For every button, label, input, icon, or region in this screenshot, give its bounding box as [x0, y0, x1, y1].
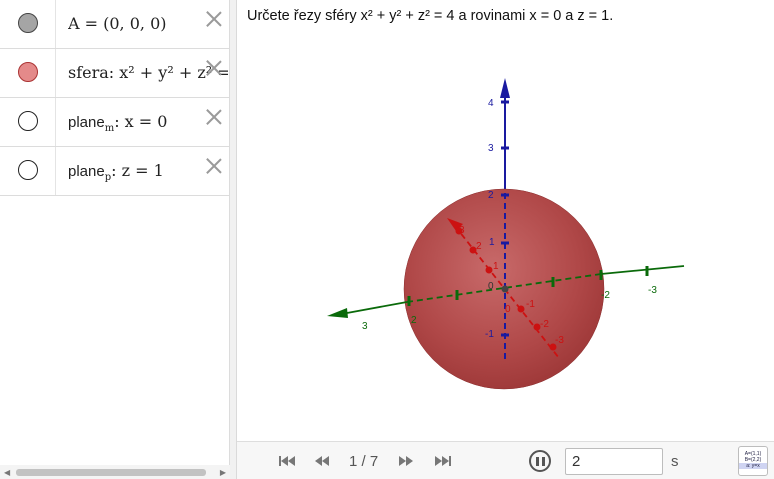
next-slide-button[interactable]: [399, 452, 413, 470]
last-icon: [435, 456, 442, 466]
rewind-icon: [322, 456, 329, 466]
panel-divider[interactable]: [230, 0, 237, 479]
scroll-left-icon[interactable]: ◀: [4, 468, 10, 477]
last-slide-button[interactable]: [435, 452, 451, 470]
first-slide-button[interactable]: [279, 452, 295, 470]
y-axis-arrow-icon: [327, 308, 348, 318]
speed-input[interactable]: 2: [565, 448, 663, 475]
algebra-view: A = (0, 0, 0) sfera: x² + y² + z² = plan…: [0, 0, 230, 479]
x-tick-label: 1: [493, 261, 499, 272]
animation-bar: 1 / 7 2 s A=(1,1) B=(2,2) a: y=x: [237, 441, 774, 479]
visibility-toggle-sfera[interactable]: [18, 62, 38, 82]
previous-slide-button[interactable]: [315, 452, 329, 470]
z-tick-label: 4: [488, 98, 494, 109]
visibility-toggle-plane-m[interactable]: [18, 111, 38, 131]
x-tick-label: 3: [459, 225, 465, 236]
x-tick-label: -2: [540, 319, 549, 330]
x-tick-label: 2: [476, 241, 482, 252]
last-icon: [442, 456, 449, 466]
marble-cell: [0, 147, 56, 195]
algebra-toggle-button[interactable]: A=(1,1) B=(2,2) a: y=x: [738, 446, 768, 476]
marble-cell: [0, 0, 56, 48]
pause-icon: [541, 456, 545, 466]
z-tick-label: 3: [488, 143, 494, 154]
z-tick-label: -1: [485, 329, 494, 340]
close-icon[interactable]: [205, 108, 223, 126]
visibility-toggle-A[interactable]: [18, 13, 38, 33]
expression-body: : x = 0: [114, 112, 168, 131]
marble-cell: [0, 49, 56, 97]
horizontal-scrollbar[interactable]: ◀ ▶: [0, 465, 230, 479]
3d-scene[interactable]: 4 3 2 1 -1 -2 -3 2 3 3 2 1 0 -1 -2 -3 0: [237, 0, 774, 441]
origin-label: 0: [488, 281, 494, 292]
y-tick-label: 3: [362, 321, 368, 332]
first-icon: [288, 456, 295, 466]
algebra-expression-plane-p[interactable]: planep: z = 1: [68, 161, 228, 183]
scroll-right-icon[interactable]: ▶: [220, 468, 226, 477]
forward-icon: [399, 456, 406, 466]
algebra-expression-sfera[interactable]: sfera: x² + y² + z² =: [68, 63, 228, 82]
algebra-expression-plane-m[interactable]: planem: x = 0: [68, 112, 228, 134]
y-axis-left: [346, 301, 408, 314]
z-tick-label: 1: [489, 237, 495, 248]
scrollbar-thumb[interactable]: [16, 469, 206, 476]
y-tick-label: -3: [648, 285, 657, 296]
visibility-toggle-plane-p[interactable]: [18, 160, 38, 180]
speed-unit: s: [671, 453, 679, 470]
algebra-expression-A[interactable]: A = (0, 0, 0): [68, 14, 228, 33]
forward-icon: [406, 456, 413, 466]
algebra-row-A[interactable]: A = (0, 0, 0): [0, 0, 229, 49]
x-tick-label: -3: [555, 335, 564, 346]
x-tick: [517, 305, 525, 313]
algebra-row-plane-m[interactable]: planem: x = 0: [0, 98, 229, 147]
rewind-icon: [315, 456, 322, 466]
object-name: plane: [68, 163, 105, 180]
y-axis-right: [600, 265, 685, 275]
y-tick-label: 2: [411, 315, 417, 326]
expression-body: : z = 1: [111, 161, 164, 180]
close-icon[interactable]: [205, 59, 223, 77]
graphics-3d-view[interactable]: Určete řezy sféry x² + y² + z² = 4 a rov…: [237, 0, 774, 441]
object-name: plane: [68, 114, 105, 131]
close-icon[interactable]: [205, 10, 223, 28]
algebra-row-sfera[interactable]: sfera: x² + y² + z² =: [0, 49, 229, 98]
y-tick-label: -2: [601, 290, 610, 301]
z-tick-label: 2: [488, 190, 494, 201]
pause-button[interactable]: [529, 450, 551, 472]
x-tick-label: 0: [505, 304, 511, 315]
pause-icon: [535, 456, 539, 466]
marble-cell: [0, 98, 56, 146]
slide-counter: 1 / 7: [349, 453, 379, 470]
z-axis-arrow-icon: [500, 78, 510, 98]
first-icon: [281, 456, 288, 466]
algebra-icon-line: a: y=x: [739, 463, 767, 469]
x-tick-label: -1: [526, 299, 535, 310]
point-A[interactable]: [501, 285, 509, 293]
algebra-row-plane-p[interactable]: planep: z = 1: [0, 147, 229, 196]
x-tick: [485, 266, 493, 274]
object-subscript: m: [104, 123, 115, 135]
close-icon[interactable]: [205, 157, 223, 175]
bar-icon: [449, 456, 451, 466]
